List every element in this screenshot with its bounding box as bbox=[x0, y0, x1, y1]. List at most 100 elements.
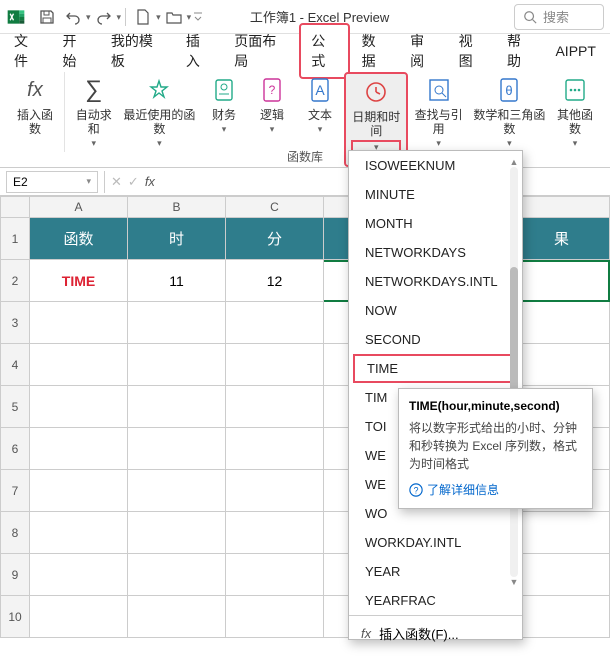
cell[interactable] bbox=[30, 344, 128, 386]
formula-controls: ✕ ✓ fx bbox=[104, 171, 161, 193]
dd-item-month[interactable]: MONTH bbox=[349, 209, 522, 238]
cell[interactable] bbox=[128, 470, 226, 512]
more-functions-label: 其他函数 bbox=[554, 108, 596, 136]
cell[interactable] bbox=[128, 428, 226, 470]
col-header-c[interactable]: C bbox=[226, 196, 324, 218]
ribbon-tabs: 文件 开始 我的模板 插入 页面布局 公式 数据 审阅 视图 帮助 AIPPT bbox=[0, 34, 610, 68]
tooltip-link-text: 了解详细信息 bbox=[427, 481, 499, 498]
scroll-track[interactable] bbox=[510, 167, 518, 577]
cell-c1[interactable]: 分 bbox=[226, 218, 324, 260]
more-functions-button[interactable]: 其他函数 ▾ bbox=[550, 72, 600, 167]
cell[interactable] bbox=[128, 512, 226, 554]
cell-a2[interactable]: TIME bbox=[30, 260, 128, 302]
text-label: 文本 bbox=[308, 108, 332, 122]
name-box[interactable]: E2 ▾ bbox=[6, 171, 98, 193]
row-header[interactable]: 5 bbox=[0, 386, 30, 428]
cell-a1[interactable]: 函数 bbox=[30, 218, 128, 260]
tooltip-title: TIME(hour,minute,second) bbox=[409, 399, 582, 413]
dd-item-time[interactable]: TIME bbox=[353, 354, 518, 383]
dd-item-isoweeknum[interactable]: ISOWEEKNUM bbox=[349, 151, 522, 180]
recent-functions-button[interactable]: 最近使用的函数 ▾ bbox=[119, 72, 200, 167]
fx-icon[interactable]: fx bbox=[145, 174, 155, 189]
dd-item-year[interactable]: YEAR bbox=[349, 557, 522, 586]
cell[interactable] bbox=[226, 386, 324, 428]
financial-button[interactable]: 财务 ▾ bbox=[200, 72, 248, 167]
confirm-icon[interactable]: ✓ bbox=[128, 174, 139, 190]
cell[interactable] bbox=[128, 596, 226, 638]
autosum-button[interactable]: ∑ 自动求和 ▾ bbox=[69, 72, 119, 167]
chevron-down-icon: ▾ bbox=[436, 138, 441, 149]
dd-item-now[interactable]: NOW bbox=[349, 296, 522, 325]
cell[interactable] bbox=[128, 302, 226, 344]
tooltip-help-link[interactable]: ? 了解详细信息 bbox=[409, 481, 582, 498]
dd-item-yearfrac[interactable]: YEARFRAC bbox=[349, 586, 522, 615]
sigma-icon: ∑ bbox=[78, 74, 110, 106]
star-icon bbox=[143, 74, 175, 106]
fx-icon: fx bbox=[361, 626, 371, 641]
row-header[interactable]: 8 bbox=[0, 512, 30, 554]
chevron-down-icon: ▾ bbox=[157, 138, 162, 149]
cell[interactable] bbox=[226, 344, 324, 386]
col-header-a[interactable]: A bbox=[30, 196, 128, 218]
cell[interactable] bbox=[30, 470, 128, 512]
cell-c2[interactable]: 12 bbox=[226, 260, 324, 302]
excel-app-icon bbox=[6, 7, 26, 27]
cell[interactable] bbox=[226, 302, 324, 344]
cell[interactable] bbox=[30, 302, 128, 344]
row-header[interactable]: 4 bbox=[0, 344, 30, 386]
cell[interactable] bbox=[226, 512, 324, 554]
chevron-down-icon: ▾ bbox=[270, 124, 275, 135]
recent-functions-label: 最近使用的函数 bbox=[123, 108, 196, 136]
lookup-icon bbox=[423, 74, 455, 106]
cell[interactable] bbox=[128, 344, 226, 386]
cell[interactable] bbox=[30, 554, 128, 596]
row-header[interactable]: 2 bbox=[0, 260, 30, 302]
ribbon-group-label: 函数库 bbox=[287, 148, 323, 165]
row-header[interactable]: 9 bbox=[0, 554, 30, 596]
dd-item-networkdays-intl[interactable]: NETWORKDAYS.INTL bbox=[349, 267, 522, 296]
svg-text:?: ? bbox=[414, 485, 419, 495]
cell[interactable] bbox=[128, 386, 226, 428]
select-all-corner[interactable] bbox=[0, 196, 30, 218]
cell-b2[interactable]: 11 bbox=[128, 260, 226, 302]
dd-item-workday-intl[interactable]: WORKDAY.INTL bbox=[349, 528, 522, 557]
cell[interactable] bbox=[30, 428, 128, 470]
dropdown-footer[interactable]: fx 插入函数(F)... bbox=[349, 615, 522, 651]
search-placeholder: 搜索 bbox=[543, 7, 569, 26]
function-tooltip: TIME(hour,minute,second) 将以数字形式给出的小时、分钟和… bbox=[398, 388, 593, 509]
cell[interactable] bbox=[30, 512, 128, 554]
row-header[interactable]: 7 bbox=[0, 470, 30, 512]
dots-icon bbox=[559, 74, 591, 106]
dd-item-second[interactable]: SECOND bbox=[349, 325, 522, 354]
cancel-icon[interactable]: ✕ bbox=[111, 174, 122, 190]
redo-dropdown-icon[interactable]: ▾ bbox=[117, 12, 122, 23]
result-header-text: 果 bbox=[554, 228, 569, 249]
row-header[interactable]: 3 bbox=[0, 302, 30, 344]
cell[interactable] bbox=[128, 554, 226, 596]
dd-item-networkdays[interactable]: NETWORKDAYS bbox=[349, 238, 522, 267]
cell-b1[interactable]: 时 bbox=[128, 218, 226, 260]
cell[interactable] bbox=[226, 596, 324, 638]
tab-aippt[interactable]: AIPPT bbox=[545, 37, 605, 65]
cell[interactable] bbox=[30, 596, 128, 638]
cell[interactable] bbox=[30, 386, 128, 428]
text-icon: A bbox=[304, 74, 336, 106]
name-box-value: E2 bbox=[13, 175, 28, 189]
autosum-label: 自动求和 bbox=[73, 108, 115, 136]
cell[interactable] bbox=[226, 470, 324, 512]
row-header[interactable]: 6 bbox=[0, 428, 30, 470]
scroll-down-icon[interactable]: ▼ bbox=[510, 577, 519, 587]
insert-function-button[interactable]: fx 插入函数 bbox=[10, 72, 60, 167]
cell[interactable] bbox=[226, 554, 324, 596]
cell[interactable] bbox=[226, 428, 324, 470]
row-header[interactable]: 1 bbox=[0, 218, 30, 260]
col-header-b[interactable]: B bbox=[128, 196, 226, 218]
dropdown-scrollbar[interactable]: ▲ ▼ bbox=[508, 157, 520, 587]
dd-item-minute[interactable]: MINUTE bbox=[349, 180, 522, 209]
scroll-up-icon[interactable]: ▲ bbox=[510, 157, 519, 167]
logical-label: 逻辑 bbox=[260, 108, 284, 122]
fx-icon: fx bbox=[19, 74, 51, 106]
insert-function-label: 插入函数 bbox=[14, 108, 56, 136]
row-header[interactable]: 10 bbox=[0, 596, 30, 638]
tooltip-body: 将以数字形式给出的小时、分钟和秒转换为 Excel 序列数，格式为时间格式 bbox=[409, 419, 582, 473]
